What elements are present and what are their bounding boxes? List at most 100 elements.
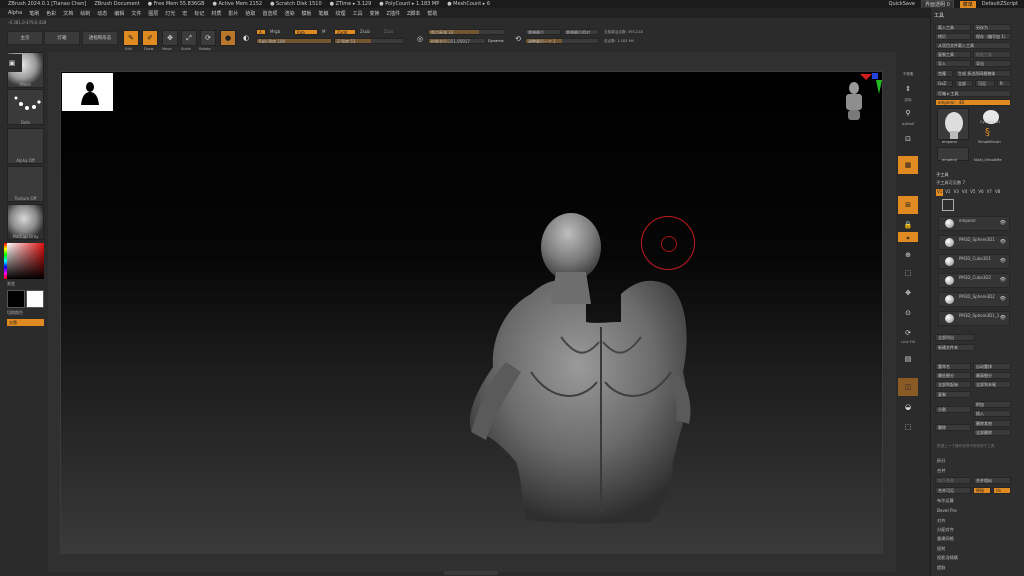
z-intensity-slider[interactable]: Z 强度 53 [334,38,404,44]
menu-item[interactable]: 灯光 [165,10,175,17]
menu-item[interactable]: 图层 [148,10,158,17]
export-button[interactable]: 导出 [973,60,1011,67]
paste-tool-button[interactable]: 粘贴工具 [973,51,1011,58]
focal-shift-slider[interactable]: 焦点衰减 33 [428,29,506,35]
goz-button[interactable]: GoZ [935,80,953,87]
polyf-button[interactable]: ▤ [898,350,918,368]
subtool-tab[interactable]: V7 [986,189,993,196]
align-section[interactable]: 对齐 [937,518,945,524]
home-button[interactable]: 主页 [7,31,43,45]
subtool-tab[interactable]: V1 [936,189,944,196]
delete-all-button[interactable]: 全部删除 [973,429,1011,436]
menu-item[interactable]: 影片 [228,10,238,17]
xpose-button[interactable]: ⬚ [898,418,918,436]
move-tool-button[interactable]: ✥ [162,30,178,46]
rgb-intensity-slider[interactable]: Rgb 强度 100 [256,38,332,44]
draw-size-slider[interactable]: 绘制大小 351.05917 [428,38,486,44]
zcut-button[interactable]: Zcut [382,29,404,35]
material-sphere-button[interactable]: ● [220,30,236,46]
subtool-item[interactable]: PM3D_Sphere3D2 👁 [938,292,1010,307]
main-color-swatch[interactable] [7,290,25,308]
quicksave-button[interactable]: QuickSave [889,1,915,7]
move-view-button[interactable]: ✥ [898,284,918,302]
solo-button[interactable]: ◒ [898,398,918,416]
subtool-item[interactable]: PM3D_Cube3D1 👁 [938,254,1010,269]
list-all-button[interactable]: 全部列出 [935,334,975,341]
menus-button[interactable]: 菜单 [959,0,976,8]
axis-button[interactable]: ⊕ [898,246,918,264]
color-picker[interactable] [7,243,44,279]
edit-tool-button[interactable]: ✎ [123,30,139,46]
eye-icon[interactable]: 👁 [1000,314,1006,322]
switch-color-button[interactable]: 切换颜色 [7,310,44,316]
load-tool-button[interactable]: 载入工具 [935,24,971,31]
bottom-shelf-handle[interactable] [444,571,498,575]
eye-icon[interactable]: 👁 [1000,276,1006,284]
insert-button[interactable]: 插入 [973,410,1011,417]
save-as-button[interactable]: 另存为 [973,24,1011,31]
menu-item[interactable]: 动态 [97,10,107,17]
all-high-button[interactable]: 最高细分 [973,372,1011,379]
boolean-section[interactable]: 布尔运算 [937,498,954,504]
menu-item[interactable]: 编辑 [114,10,124,17]
merge-down-button[interactable]: 向下合并 [935,477,971,484]
secondary-color-swatch[interactable] [26,290,44,308]
dynamic-toggle[interactable]: Dynamic [488,39,504,43]
folder-icon[interactable] [942,199,954,211]
r-button[interactable]: R [997,80,1011,87]
lightbox-button[interactable]: 灯箱 [44,31,80,45]
delete-other-button[interactable]: 删除其他 [973,420,1011,427]
all-to-start-button[interactable]: 全部到起始 [935,381,971,388]
subtool-tab[interactable]: V3 [953,189,960,196]
menu-item[interactable]: 色彩 [46,10,56,17]
make-polymesh-button[interactable]: 生成 多边形网格物体 [955,70,1011,77]
duplicate-button[interactable]: 复制 [935,391,971,398]
all-to-end-button[interactable]: 全部到末尾 [973,381,1011,388]
subtool-tab[interactable]: V6 [977,189,984,196]
uv-button[interactable]: Uv [993,487,1011,494]
project-section[interactable]: 投射 [937,546,945,552]
merge-visible-button[interactable]: 合并可见 [935,487,971,494]
clone-button[interactable]: 克隆 [935,70,953,77]
zoom-button[interactable]: ⚲ [898,104,918,122]
frame-button[interactable]: ⬚ [898,264,918,282]
append-button[interactable]: 附加 [973,401,1011,408]
subtool-tab[interactable]: V2 [944,189,951,196]
menu-item[interactable]: 笔刷 [29,10,39,17]
mrgb-button[interactable]: Mrgb [268,29,292,35]
m-button[interactable]: M [320,29,330,35]
perspective-button-right[interactable]: ⊞ [898,196,918,214]
default-script[interactable]: DefaultZScript [982,1,1018,7]
menu-item[interactable]: 首选项 [262,10,277,17]
dynamic-persp-button[interactable]: ▦ [898,156,918,174]
adjust-last-slider[interactable]: 调整最后一个 1 [525,38,599,44]
weld-button[interactable]: 焊接 [973,487,991,494]
spix-button[interactable]: ⇕ [898,80,918,98]
save-increment-button[interactable]: 保存（编号加 1） [973,33,1011,40]
eye-icon[interactable]: 👁 [1000,257,1006,265]
import-button[interactable]: 导入 [935,60,971,67]
replay-last-button[interactable]: 重播最后 [525,29,561,35]
a-button[interactable]: A [256,29,266,35]
menu-item[interactable]: 工具 [353,10,363,17]
remesh-section[interactable]: 重建网格 [937,536,954,542]
scale-tool-button[interactable]: ⤢ [181,30,197,46]
lightbox-tools-button[interactable]: 灯箱 ▸ 工具 [935,90,1011,97]
subtool-tab[interactable]: V8 [994,189,1001,196]
rotate-tool-button[interactable]: ⟳ [200,30,216,46]
eye-icon[interactable]: 👁 [1000,219,1006,227]
orientation-gizmo[interactable] [838,72,884,126]
auto-reorder-button[interactable]: 自动重排 [973,363,1011,370]
menu-item[interactable]: Z插件 [387,10,400,17]
actual-button[interactable]: ⊡ [898,130,918,148]
menu-item[interactable]: 材质 [211,10,221,17]
tool-thumb-emperor[interactable] [937,108,969,140]
rename-button[interactable]: 重命名 [935,363,971,370]
eye-icon[interactable]: 👁 [1000,238,1006,246]
navigator-thumbnail[interactable] [62,73,113,111]
merge-similar-button[interactable]: 合并相似 [973,477,1011,484]
visible-button[interactable]: 可见 [975,80,995,87]
alternate-button[interactable]: 交替 [7,319,44,326]
menu-item[interactable]: 变换 [370,10,380,17]
menu-item[interactable]: 模板 [301,10,311,17]
